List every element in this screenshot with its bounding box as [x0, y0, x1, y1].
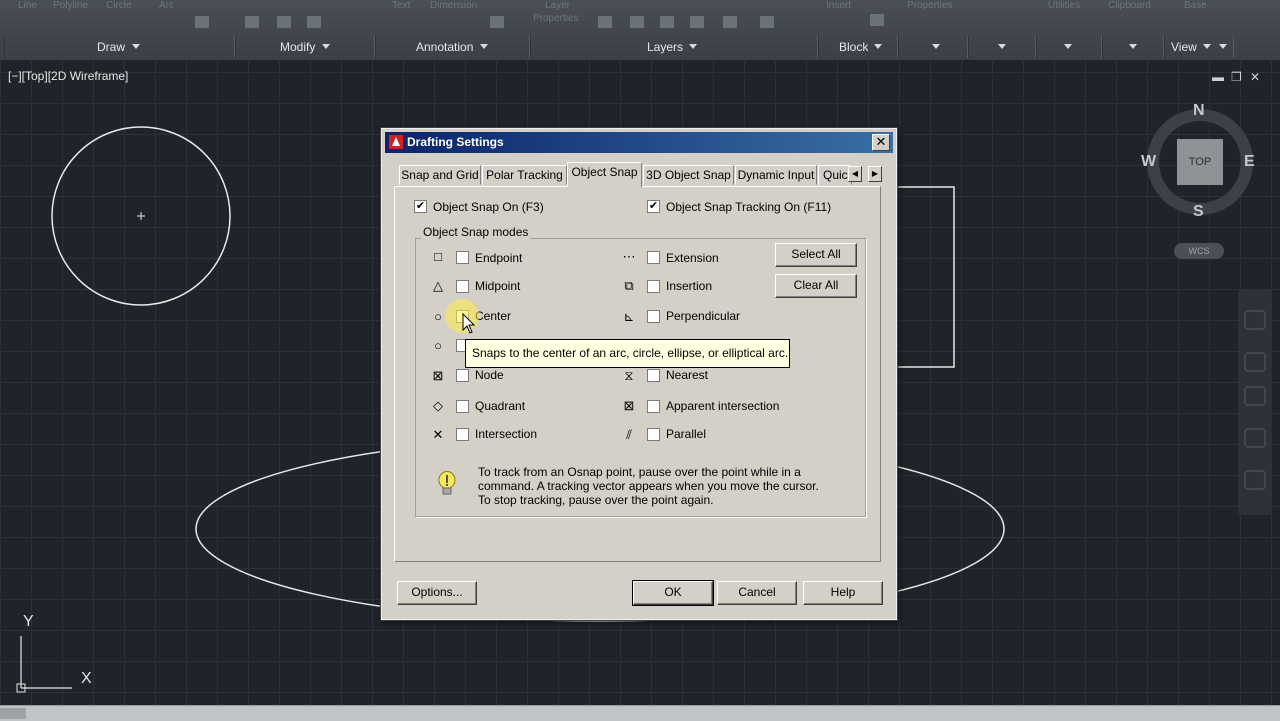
viewcube-south[interactable]: S [1193, 203, 1204, 221]
options-button[interactable]: Options... [397, 581, 477, 605]
tab-dynamic-input[interactable]: Dynamic Input [735, 165, 817, 185]
viewcube-west[interactable]: W [1141, 153, 1156, 171]
object-snap-panel [394, 186, 881, 562]
status-bar [0, 705, 1280, 721]
dialog-titlebar[interactable]: Drafting Settings ✕ [385, 132, 893, 153]
viewport-minimize-icon[interactable]: ▬ [1212, 70, 1224, 84]
center-tooltip: Snaps to the center of an arc, circle, e… [465, 339, 790, 368]
tab-snap-and-grid[interactable]: Snap and Grid [399, 165, 481, 185]
viewcube-east[interactable]: E [1244, 153, 1255, 171]
autocad-logo-icon [389, 135, 403, 149]
horizontal-scroll-thumb[interactable] [0, 708, 26, 719]
tab-polar-tracking[interactable]: Polar Tracking [482, 165, 567, 185]
viewport-restore-icon[interactable]: ❐ [1231, 70, 1242, 84]
dialog-title: Drafting Settings [407, 135, 504, 149]
zoom-icon[interactable] [1244, 386, 1266, 406]
pan-icon[interactable] [1244, 352, 1266, 372]
ok-button[interactable]: OK [632, 580, 714, 606]
viewcube-top-face[interactable]: TOP [1177, 139, 1223, 185]
tab-quick-properties[interactable]: Quic [818, 165, 852, 185]
ucs-y-label: Y [23, 613, 34, 630]
close-button[interactable]: ✕ [872, 134, 890, 151]
mouse-cursor-icon [462, 313, 476, 334]
viewcube-north[interactable]: N [1193, 102, 1205, 120]
drafting-settings-dialog: Drafting Settings ✕ Snap and Grid Polar … [381, 128, 897, 620]
help-button[interactable]: Help [803, 581, 883, 605]
viewport-close-icon[interactable]: ✕ [1250, 70, 1260, 84]
wcs-menu[interactable]: WCS [1174, 243, 1224, 259]
orbit-icon[interactable] [1244, 428, 1266, 448]
viewport-controls-label[interactable]: [−][Top][2D Wireframe] [8, 69, 128, 83]
steering-wheel-icon[interactable] [1244, 310, 1266, 330]
ucs-x-label: X [81, 670, 92, 687]
showmotion-icon[interactable] [1244, 470, 1266, 490]
ucs-icon [16, 636, 72, 693]
cancel-button[interactable]: Cancel [717, 581, 797, 605]
tab-scroll-left-icon[interactable]: ◀ [848, 166, 862, 182]
tab-scroll-right-icon[interactable]: ▶ [868, 166, 882, 182]
tab-3d-object-snap[interactable]: 3D Object Snap [643, 165, 734, 185]
tab-object-snap[interactable]: Object Snap [567, 162, 642, 187]
